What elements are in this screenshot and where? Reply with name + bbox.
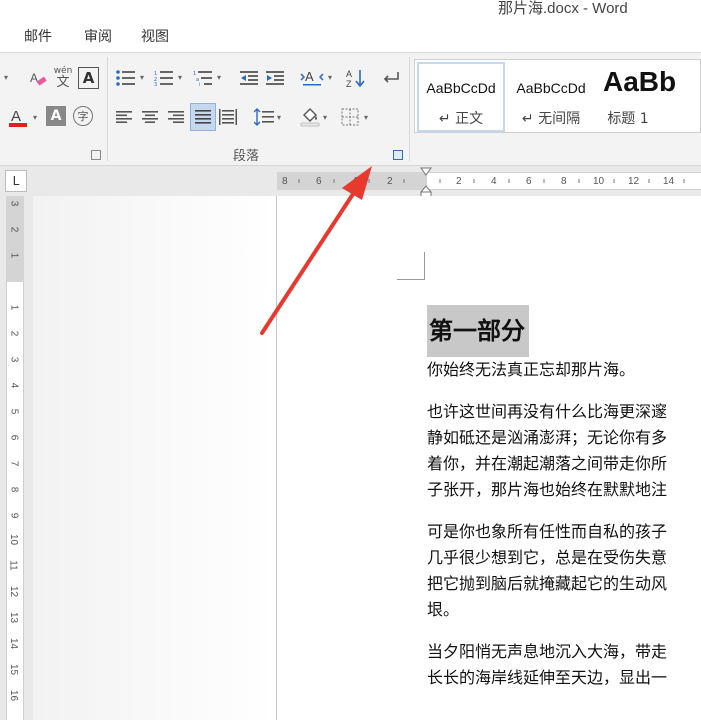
paragraph-line[interactable]: 你始终无法真正忘却那片海。 bbox=[427, 357, 701, 383]
ruler-number: 6 bbox=[8, 434, 20, 441]
margin-corner-mark bbox=[397, 252, 425, 280]
ruler-number: 5 bbox=[8, 408, 20, 415]
ruler-number: 10 bbox=[8, 533, 20, 546]
selected-heading[interactable]: 第一部分 bbox=[427, 305, 529, 357]
document-body[interactable]: 第一部分 你始终无法真正忘却那片海。 也许这世间再没有什么比海更深邃 静如砥还是… bbox=[427, 305, 701, 691]
paragraph-line[interactable]: 垠。 bbox=[427, 597, 701, 623]
ruler-number: 3 bbox=[8, 356, 20, 363]
ruler-number: 12 bbox=[8, 585, 20, 598]
ruler-number: 16 bbox=[8, 689, 20, 702]
paragraph-line[interactable]: 长长的海岸线延伸至天边，显出一 bbox=[427, 665, 701, 691]
ruler-number: 11 bbox=[7, 560, 19, 571]
paragraph-line[interactable]: 子张开，那片海也始终在默默地注 bbox=[427, 477, 701, 503]
ruler-ticks bbox=[298, 167, 685, 199]
ruler-number: 1 bbox=[8, 252, 20, 259]
paragraph-line[interactable]: 把它抛到脑后就掩藏起它的生动风 bbox=[427, 571, 701, 597]
ruler-number: 2 bbox=[8, 330, 20, 337]
ruler-number: 4 bbox=[8, 382, 20, 389]
paragraph-line[interactable]: 也许这世间再没有什么比海更深邃 bbox=[427, 399, 701, 425]
ruler-number: 8 bbox=[8, 486, 20, 493]
ruler-number: 13 bbox=[8, 611, 20, 624]
paragraph-line[interactable]: 着你，并在潮起潮落之间带走你所 bbox=[427, 451, 701, 477]
first-line-indent-marker[interactable] bbox=[420, 167, 432, 176]
workspace-background bbox=[33, 196, 276, 720]
hanging-indent-marker[interactable] bbox=[419, 185, 433, 193]
ruler-number: 15 bbox=[8, 663, 20, 676]
ruler-number: 7 bbox=[8, 460, 20, 467]
paragraph-line[interactable]: 当夕阳悄无声息地沉入大海，带走 bbox=[427, 639, 701, 665]
vertical-ruler-margin bbox=[6, 196, 24, 282]
paragraph-line[interactable]: 几乎很少想到它，总是在受伤失意 bbox=[427, 545, 701, 571]
ruler-number: 14 bbox=[8, 637, 20, 650]
ruler-number: 9 bbox=[8, 512, 20, 519]
paragraph-line[interactable]: 静如砥还是汹涌澎湃；无论你有多 bbox=[427, 425, 701, 451]
paragraph-line[interactable]: 可是你也象所有任性而自私的孩子 bbox=[427, 519, 701, 545]
ruler-number: 1 bbox=[8, 304, 20, 311]
ruler-number: 2 bbox=[8, 226, 20, 233]
ruler-number: 3 bbox=[8, 200, 20, 207]
